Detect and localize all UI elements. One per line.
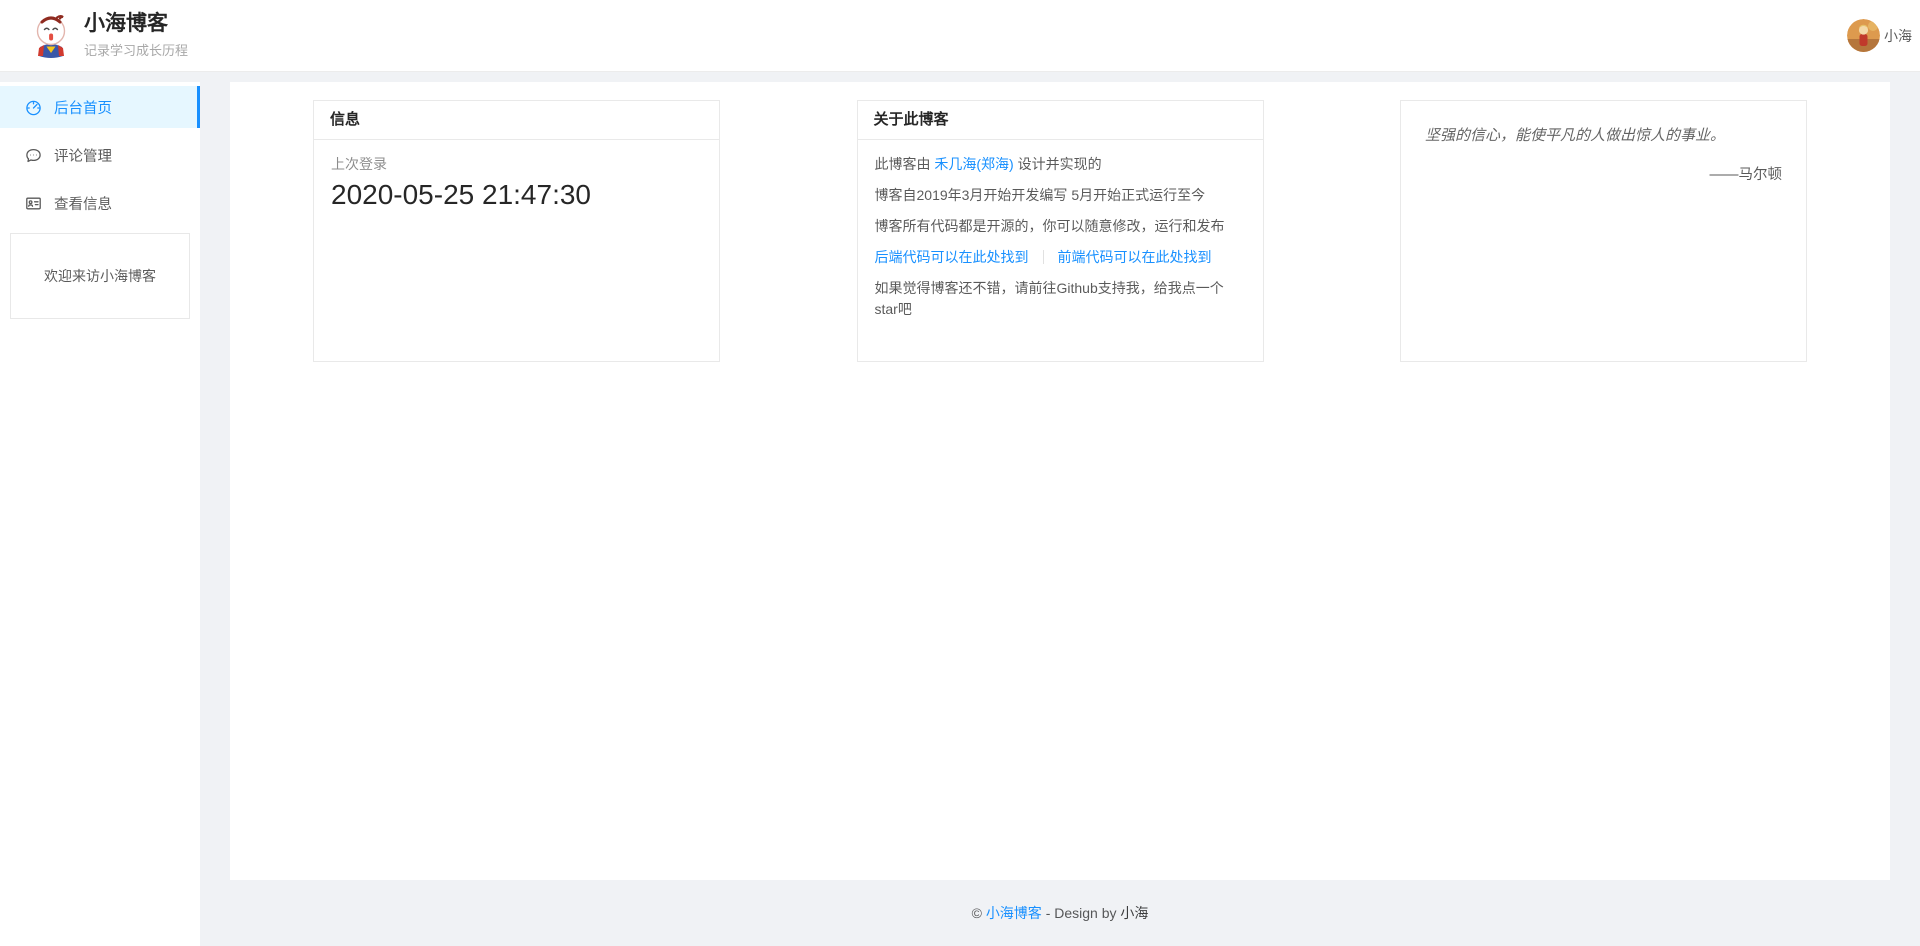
quote-text: 坚强的信心，能使平凡的人做出惊人的事业。 xyxy=(1425,125,1782,147)
last-login-label: 上次登录 xyxy=(331,154,702,174)
page-footer: © 小海博客 - Design by 小海 xyxy=(230,880,1890,946)
sidebar-item-label: 评论管理 xyxy=(54,145,112,166)
vertical-divider xyxy=(1043,250,1044,264)
sidebar-item-label: 后台首页 xyxy=(54,97,112,118)
welcome-box: 欢迎来访小海博客 xyxy=(10,233,190,319)
dashboard-icon xyxy=(25,99,42,116)
welcome-text: 欢迎来访小海博客 xyxy=(44,268,156,284)
dashboard-cards: 信息 上次登录 2020-05-25 21:47:30 关于此博客 此博客由 禾… xyxy=(313,100,1807,362)
footer-designer: 小海 xyxy=(1120,905,1148,921)
main-content: 信息 上次登录 2020-05-25 21:47:30 关于此博客 此博客由 禾… xyxy=(230,82,1890,880)
about-line-opensource: 博客所有代码都是开源的，你可以随意修改，运行和发布 xyxy=(875,216,1246,237)
info-card-title: 信息 xyxy=(314,101,719,140)
site-subtitle: 记录学习成长历程 xyxy=(84,40,188,59)
about-line-author: 此博客由 禾几海(郑海) 设计并实现的 xyxy=(875,154,1246,175)
user-avatar[interactable] xyxy=(1847,19,1880,52)
sidebar-item-dashboard[interactable]: 后台首页 xyxy=(0,86,200,128)
footer-tail: - Design by xyxy=(1046,905,1117,921)
quote-author: ——马尔顿 xyxy=(1425,163,1782,184)
about-line-history: 博客自2019年3月开始开发编写 5月开始正式运行至今 xyxy=(875,185,1246,206)
backend-code-link[interactable]: 后端代码可以在此处找到 xyxy=(875,249,1029,265)
user-name[interactable]: 小海 xyxy=(1884,26,1912,46)
footer-site-link[interactable]: 小海博客 xyxy=(986,905,1042,921)
idcard-icon xyxy=(25,195,42,212)
about-line-code-links: 后端代码可以在此处找到 前端代码可以在此处找到 xyxy=(875,247,1246,268)
about-line-star: 如果觉得博客还不错，请前往Github支持我，给我点一个star吧 xyxy=(875,278,1246,320)
brand-home-link[interactable]: 小海博客 记录学习成长历程 xyxy=(30,12,188,59)
top-header: 小海博客 记录学习成长历程 小海 xyxy=(0,0,1920,72)
last-login-value: 2020-05-25 21:47:30 xyxy=(331,179,702,211)
author-link[interactable]: 禾几海(郑海) xyxy=(934,156,1013,172)
user-menu[interactable]: 小海 xyxy=(1847,19,1912,52)
sidebar-item-comments[interactable]: 评论管理 xyxy=(0,134,200,176)
brand-text: 小海博客 记录学习成长历程 xyxy=(84,12,188,59)
copyright-symbol: © xyxy=(972,905,982,921)
about-card: 关于此博客 此博客由 禾几海(郑海) 设计并实现的 博客自2019年3月开始开发… xyxy=(857,100,1264,362)
sidebar: 后台首页 评论管理 查看信息 欢迎来访小海博客 xyxy=(0,82,200,946)
site-logo-icon xyxy=(30,13,72,59)
sidebar-item-view-info[interactable]: 查看信息 xyxy=(0,182,200,224)
about-card-title: 关于此博客 xyxy=(858,101,1263,140)
frontend-code-link[interactable]: 前端代码可以在此处找到 xyxy=(1058,249,1212,265)
comment-icon xyxy=(25,147,42,164)
info-card: 信息 上次登录 2020-05-25 21:47:30 xyxy=(313,100,720,362)
site-title: 小海博客 xyxy=(84,12,188,36)
sidebar-item-label: 查看信息 xyxy=(54,193,112,214)
quote-card: 坚强的信心，能使平凡的人做出惊人的事业。 ——马尔顿 xyxy=(1400,100,1807,362)
